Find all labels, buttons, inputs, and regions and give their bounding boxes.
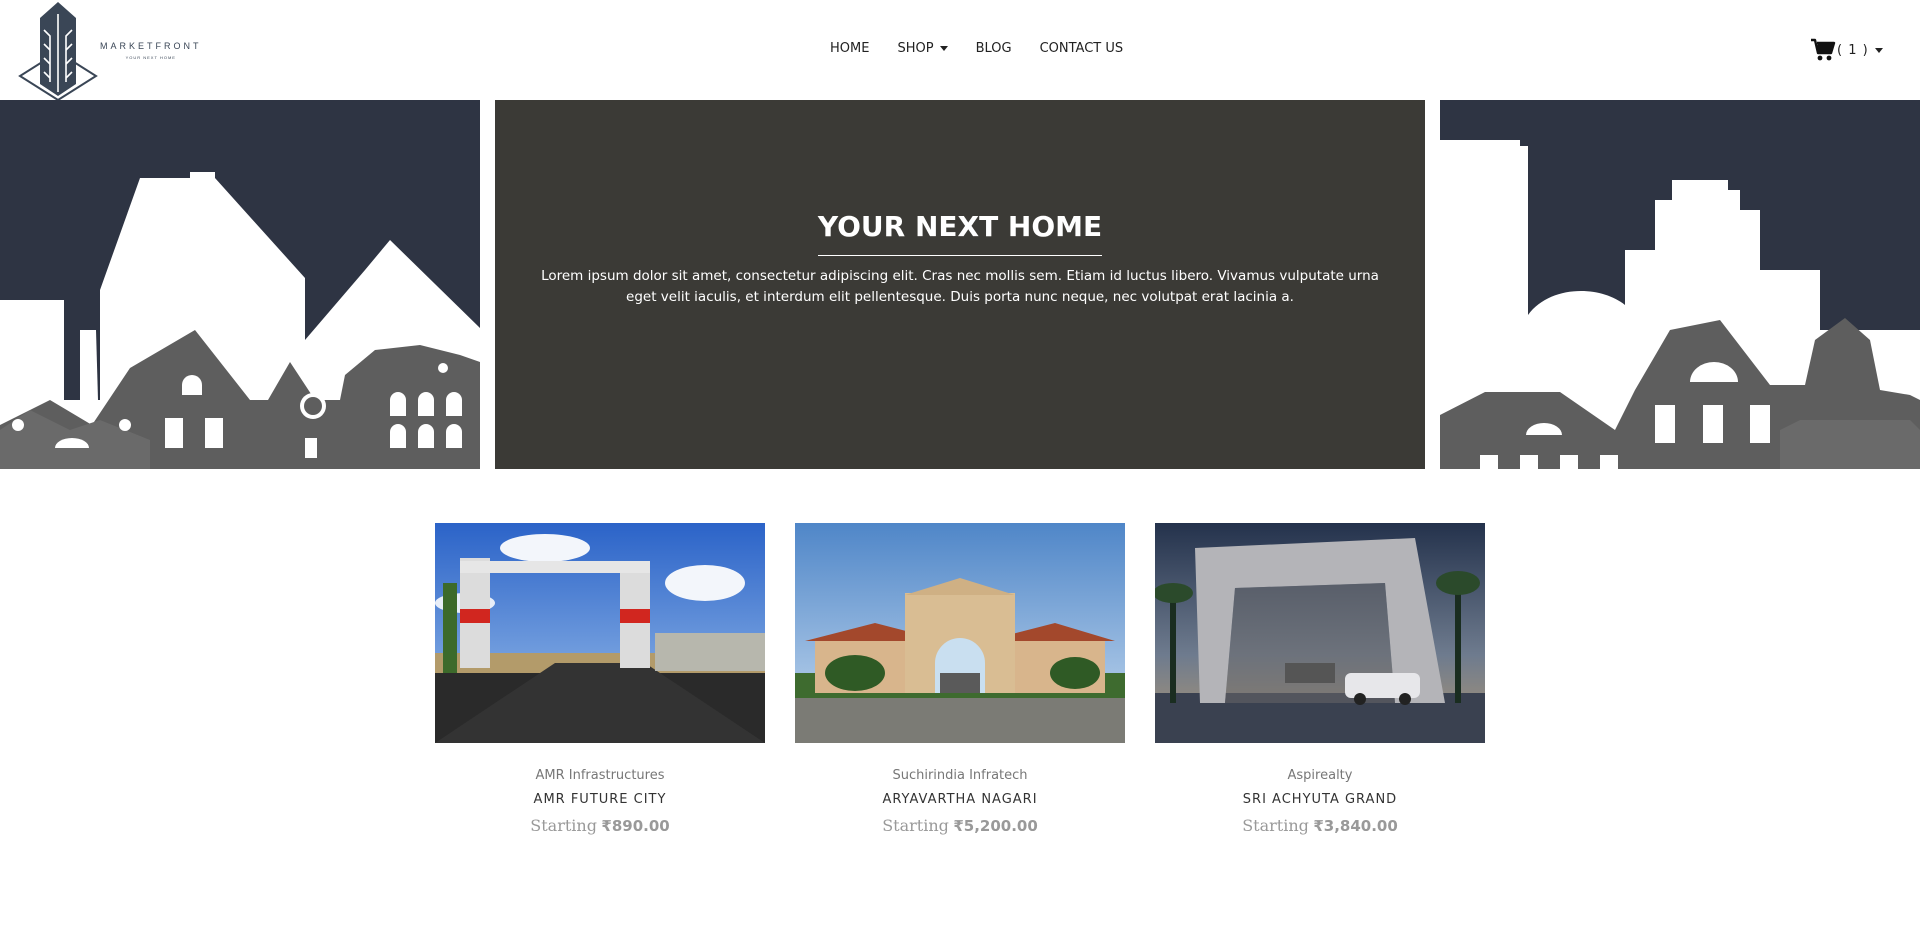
product-name[interactable]: SRI ACHYUTA GRAND bbox=[1155, 792, 1485, 807]
product-name[interactable]: AMR FUTURE CITY bbox=[435, 792, 765, 807]
chevron-down-icon bbox=[939, 46, 948, 51]
product-card[interactable]: AMR Infrastructures AMR FUTURE CITY Star… bbox=[435, 523, 765, 836]
price-prefix: Starting bbox=[1242, 816, 1309, 835]
hero-banner: YOUR NEXT HOME Lorem ipsum dolor sit ame… bbox=[495, 100, 1425, 469]
cart-count: ( 1 ) bbox=[1837, 42, 1869, 58]
nav-contact[interactable]: CONTACT US bbox=[1040, 41, 1124, 56]
product-vendor: Aspirealty bbox=[1287, 768, 1353, 783]
logo-icon bbox=[18, 2, 98, 100]
price-amount: ₹890.00 bbox=[601, 817, 670, 835]
product-image[interactable] bbox=[435, 523, 765, 743]
product-name[interactable]: ARYAVARTHA NAGARI bbox=[795, 792, 1125, 807]
cart-icon bbox=[1811, 38, 1836, 61]
product-vendor: Suchirindia Infratech bbox=[892, 768, 1028, 783]
nav-blog[interactable]: BLOG bbox=[976, 41, 1012, 56]
product-price: Starting ₹5,200.00 bbox=[795, 816, 1125, 836]
nav-home[interactable]: HOME bbox=[830, 41, 869, 56]
nav-shop[interactable]: SHOP bbox=[897, 41, 948, 56]
product-card[interactable]: Suchirindia Infratech ARYAVARTHA NAGARI … bbox=[795, 523, 1125, 836]
hero-title: YOUR NEXT HOME bbox=[817, 210, 1103, 256]
hero-city-illustration-left bbox=[0, 100, 480, 469]
hero-section: YOUR NEXT HOME Lorem ipsum dolor sit ame… bbox=[0, 100, 1920, 469]
price-prefix: Starting bbox=[530, 816, 597, 835]
price-amount: ₹5,200.00 bbox=[953, 817, 1038, 835]
product-price: Starting ₹890.00 bbox=[435, 816, 765, 836]
brand-tagline: YOUR NEXT HOME bbox=[125, 54, 176, 60]
product-image[interactable] bbox=[1155, 523, 1485, 743]
brand-name: MARKETFRONT bbox=[100, 40, 202, 51]
cart-button[interactable]: ( 1 ) bbox=[1810, 38, 1883, 62]
product-image[interactable] bbox=[795, 523, 1125, 743]
hero-city-illustration-right bbox=[1440, 100, 1920, 469]
product-card[interactable]: Aspirealty SRI ACHYUTA GRAND Starting ₹3… bbox=[1155, 523, 1485, 836]
main-nav: HOME SHOP BLOG CONTACT US bbox=[830, 41, 1151, 56]
price-prefix: Starting bbox=[882, 816, 949, 835]
site-header: MARKETFRONT YOUR NEXT HOME HOME SHOP BLO… bbox=[0, 0, 1920, 100]
chevron-down-icon bbox=[1874, 47, 1883, 53]
product-vendor: AMR Infrastructures bbox=[535, 768, 665, 783]
nav-shop-label: SHOP bbox=[897, 41, 934, 56]
brand-logo[interactable]: MARKETFRONT YOUR NEXT HOME bbox=[18, 0, 218, 100]
price-amount: ₹3,840.00 bbox=[1313, 817, 1398, 835]
product-price: Starting ₹3,840.00 bbox=[1155, 816, 1485, 836]
product-grid: AMR Infrastructures AMR FUTURE CITY Star… bbox=[435, 523, 1515, 836]
hero-text: Lorem ipsum dolor sit amet, consectetur … bbox=[541, 268, 1379, 305]
